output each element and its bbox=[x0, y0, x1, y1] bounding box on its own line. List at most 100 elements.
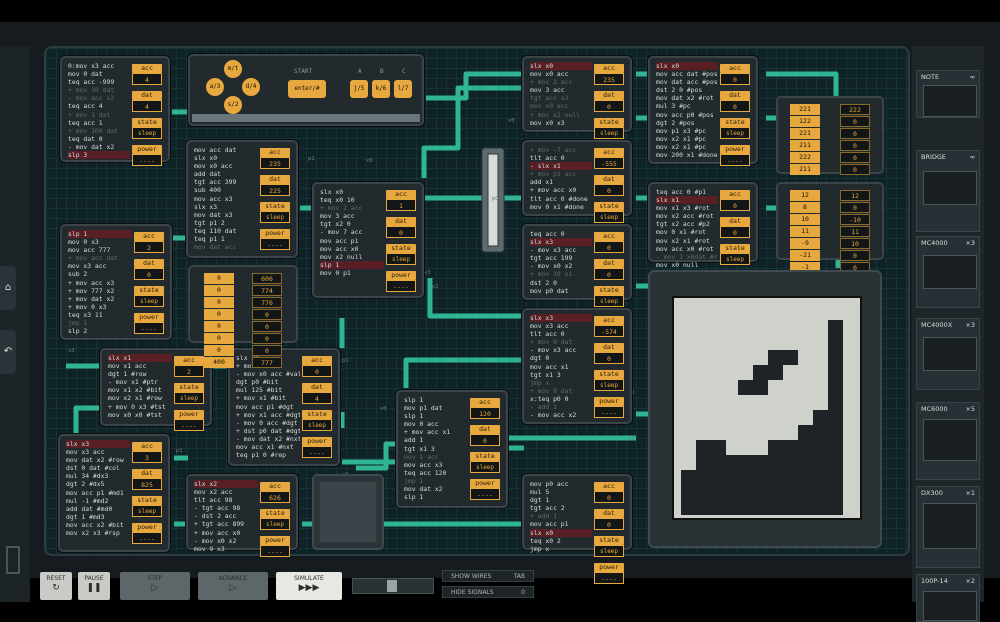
code-line[interactable]: mov acc dat bbox=[194, 146, 258, 154]
microcontroller-chip[interactable]: 0:mov x3 acc mov 0 dat teq acc -999 + mov 1… bbox=[60, 56, 170, 166]
code-editor[interactable]: slx x0 mov acc dat #pos mov dat acc #pos ds… bbox=[656, 62, 718, 159]
code-line[interactable]: jmp 1 bbox=[68, 319, 132, 327]
code-line[interactable]: tgt x2 0 bbox=[320, 220, 384, 228]
code-line[interactable]: mov x2 x3 #rsp bbox=[66, 529, 130, 537]
code-line[interactable]: - mov x0 x2 bbox=[530, 262, 592, 270]
code-line[interactable]: tgt x1 3 bbox=[404, 445, 468, 453]
code-line[interactable]: mov 0 dat bbox=[68, 70, 130, 78]
code-line[interactable]: mov acc x3 bbox=[194, 195, 258, 203]
code-line[interactable]: slp 1 bbox=[404, 396, 468, 404]
code-line[interactable]: + mov 10 dat bbox=[68, 86, 130, 94]
reset-button[interactable]: RESET ↻ bbox=[40, 572, 72, 600]
microcontroller-chip[interactable]: teq acc 0 #p1 slx x1 mov x1 x3 #rot mov x2 … bbox=[648, 182, 758, 292]
code-line[interactable]: mov 0 p1 bbox=[320, 269, 384, 277]
code-line[interactable]: dgt 1 #md3 bbox=[66, 513, 130, 521]
code-line[interactable]: mul 5 bbox=[530, 488, 592, 496]
code-line[interactable]: mov x2 null bbox=[320, 253, 384, 261]
code-line[interactable]: slx x3 bbox=[66, 440, 130, 449]
code-line[interactable]: dgt 2 #pos bbox=[656, 119, 718, 127]
code-line[interactable]: slx x2 bbox=[194, 480, 258, 489]
code-line[interactable]: + mov x1 #bit bbox=[236, 394, 300, 402]
code-line[interactable]: + mov acc x3 bbox=[68, 279, 132, 287]
code-line[interactable]: teq acc 0 #p1 bbox=[656, 188, 718, 196]
code-line[interactable]: slp 1 bbox=[404, 412, 468, 420]
code-line[interactable]: slp 1 bbox=[68, 230, 132, 239]
code-line[interactable]: sub 400 bbox=[194, 186, 258, 194]
code-line[interactable]: + mov 100 dat bbox=[68, 127, 130, 135]
code-line[interactable]: mov acc 777 bbox=[68, 246, 132, 254]
code-line[interactable]: + mov 2 acc bbox=[530, 78, 592, 86]
microcontroller-chip[interactable]: teq acc 0 slx x3- mov x3 acc tgt acc 199- … bbox=[522, 224, 632, 334]
code-line[interactable]: tgt acc 399 bbox=[194, 178, 258, 186]
blank-component[interactable] bbox=[312, 474, 384, 550]
code-line[interactable]: mov acc x0 #rot bbox=[656, 245, 718, 253]
code-line[interactable]: teq p1 1 bbox=[194, 235, 258, 243]
code-line[interactable]: slx x1 bbox=[108, 354, 172, 363]
code-line[interactable]: mov acc p1 #dgt bbox=[236, 403, 300, 411]
microcontroller-chip[interactable]: mov p0 acc mul 5 dgt 1 tgt acc 2 + add 1 mov … bbox=[522, 474, 632, 584]
code-editor[interactable]: teq acc 0 #p1 slx x1 mov x1 x3 #rot mov x2 … bbox=[656, 188, 718, 269]
toolbox-item[interactable]: MC4000X ×3 bbox=[916, 318, 980, 390]
code-line[interactable]: mov x0 acc bbox=[194, 162, 258, 170]
code-line[interactable]: slx x3 bbox=[194, 203, 258, 211]
toolbox-item[interactable]: 100P-14 ×2 bbox=[916, 574, 980, 622]
code-line[interactable]: mov x3 acc bbox=[66, 448, 130, 456]
code-line[interactable]: jmp x bbox=[530, 379, 592, 387]
microcontroller-chip[interactable]: slx x0 mov acc dat #pos mov dat acc #pos ds… bbox=[648, 56, 758, 166]
code-line[interactable]: mov x2 x1 #pc bbox=[656, 135, 718, 143]
code-line[interactable]: - mov x0 acc #val bbox=[236, 370, 300, 378]
code-line[interactable]: + mov 777 x2 bbox=[68, 287, 132, 295]
code-line[interactable]: slx x0 bbox=[320, 188, 384, 196]
code-editor[interactable]: slx x2 mov x2 acc tlt acc 98- tgt acc 98- … bbox=[194, 480, 258, 553]
code-line[interactable]: tgt x2 acc #p2 bbox=[656, 220, 718, 228]
code-line[interactable]: slx x0 bbox=[194, 154, 258, 162]
code-line[interactable]: tgt acc 2 bbox=[530, 504, 592, 512]
code-line[interactable]: mov x0 acc bbox=[530, 70, 592, 78]
code-line[interactable]: + mov 10 x1 bbox=[530, 270, 592, 278]
code-line[interactable]: tlt acc 0 #done bbox=[530, 195, 592, 203]
code-line[interactable]: jmp 1 bbox=[404, 477, 468, 485]
code-line[interactable]: mov 0 x1 #rot bbox=[656, 228, 718, 236]
code-line[interactable]: mov 200 x1 #done bbox=[656, 151, 718, 159]
code-line[interactable]: slx x3 bbox=[530, 238, 592, 247]
code-editor[interactable]: + mov -7 acc tlt acc 0- slx x1 + mov p1 ac… bbox=[530, 146, 592, 211]
code-line[interactable]: + mov x1 acc #dgt bbox=[236, 411, 300, 419]
toolbox-item[interactable]: MC4000 ×3 bbox=[916, 236, 980, 308]
code-line[interactable]: teq 110 dat bbox=[194, 227, 258, 235]
microcontroller-chip[interactable]: slx x1+ mov x1 acc- mov x0 acc #valdgt p… bbox=[228, 348, 340, 466]
code-line[interactable]: dst 2 0 bbox=[530, 279, 592, 287]
microcontroller-chip[interactable]: mov acc dat slx x0 mov x0 acc add dat tgt ac… bbox=[186, 140, 298, 258]
code-line[interactable]: mov p1 dat bbox=[404, 404, 468, 412]
toolbox-item[interactable]: DX300 ×1 bbox=[916, 486, 980, 568]
code-editor[interactable]: slp 1 mov 0 x3 mov acc 777 + mov acc dat mov… bbox=[68, 230, 132, 335]
code-line[interactable]: mov acc p1 bbox=[530, 520, 592, 528]
code-line[interactable]: mov 0 x3 bbox=[68, 238, 132, 246]
code-line[interactable]: tlt acc 0 bbox=[530, 330, 592, 338]
slider-handle[interactable] bbox=[387, 580, 397, 592]
code-line[interactable]: mov 1 acc bbox=[404, 453, 468, 461]
code-editor[interactable]: mov acc dat slx x0 mov x0 acc add dat tgt ac… bbox=[194, 146, 258, 251]
code-line[interactable]: - mov acc x2 bbox=[530, 411, 592, 419]
code-line[interactable]: mov dat x2 #rot bbox=[656, 94, 718, 102]
code-line[interactable]: slp 2 bbox=[68, 327, 132, 335]
code-line[interactable]: + mov dat x2 bbox=[68, 295, 132, 303]
code-line[interactable]: mov 3 acc bbox=[530, 86, 592, 94]
start-button[interactable]: enter/# bbox=[288, 80, 326, 98]
code-line[interactable]: dgt 0 bbox=[530, 354, 592, 362]
code-line[interactable]: mov x0 acc bbox=[530, 102, 592, 110]
microcontroller-chip[interactable]: slx x1 mov x1 acc dgt 1 #row - mov x1 #ptr m… bbox=[100, 348, 212, 431]
code-line[interactable]: teq x3 11 bbox=[68, 311, 132, 319]
ram-chip-1[interactable]: 0 0 0 0 0 0 0 400 606 774 776 0 0 0 0 777 bbox=[188, 265, 298, 368]
code-line[interactable]: add dat #md0 bbox=[66, 505, 130, 513]
a-button[interactable]: j/5 bbox=[350, 80, 368, 98]
code-line[interactable]: + mov x2 null bbox=[530, 111, 592, 119]
simulate-button[interactable]: SIMULATE ▶▶▶ bbox=[276, 572, 342, 600]
code-line[interactable]: teq p1 0 #rep bbox=[236, 451, 300, 459]
code-line[interactable]: - mov dat x2 #nxt bbox=[236, 435, 300, 443]
code-editor[interactable]: slx x0 mov x0 acc + mov 2 acc mov 3 acc tgt … bbox=[530, 62, 592, 127]
code-line[interactable]: - add 1 bbox=[530, 403, 592, 411]
code-line[interactable]: slx x1 bbox=[656, 196, 718, 205]
code-line[interactable]: slp 1 bbox=[404, 493, 468, 501]
code-line[interactable]: mov x1 x2 #bit bbox=[108, 386, 172, 394]
code-line[interactable]: + tgt acc 899 bbox=[194, 520, 258, 528]
